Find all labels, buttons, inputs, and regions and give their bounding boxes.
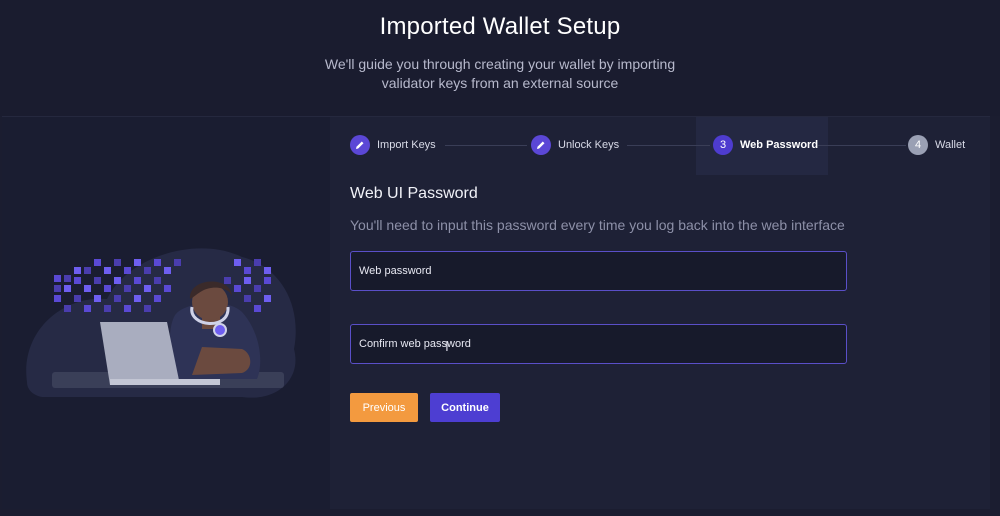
step-wallet[interactable]: 4 Wallet (908, 134, 965, 156)
confirm-web-password-input[interactable] (350, 324, 847, 364)
pencil-icon (350, 135, 370, 155)
step-import-keys[interactable]: Import Keys (350, 134, 436, 156)
setup-panel: Import Keys Unlock Keys 3 Web Password 4… (2, 116, 990, 509)
stepper-connector (627, 145, 710, 146)
form-pane: Import Keys Unlock Keys 3 Web Password 4… (330, 117, 990, 509)
step-number: 4 (908, 135, 928, 155)
developer-illustration (26, 248, 296, 398)
step-unlock-keys[interactable]: Unlock Keys (531, 134, 619, 156)
step-label: Web Password (740, 139, 819, 151)
illustration-pane (2, 117, 330, 509)
step-number: 3 (713, 135, 733, 155)
stepper-connector (445, 145, 527, 146)
form-description: You'll need to input this password every… (350, 217, 845, 233)
step-label: Wallet (935, 139, 966, 151)
step-web-password[interactable]: 3 Web Password (713, 134, 818, 156)
step-label: Import Keys (377, 139, 436, 151)
continue-button[interactable]: Continue (430, 393, 500, 422)
web-password-input[interactable] (350, 251, 847, 291)
previous-button[interactable]: Previous (350, 393, 418, 422)
text-cursor-icon: I (445, 340, 449, 355)
step-label: Unlock Keys (558, 139, 620, 151)
page-title: Imported Wallet Setup (379, 13, 621, 40)
page-subtitle: We'll guide you through creating your wa… (324, 56, 676, 91)
form-title: Web UI Password (350, 185, 478, 202)
pencil-icon (531, 135, 551, 155)
page-header: Imported Wallet Setup We'll guide you th… (0, 0, 1000, 116)
stepper-connector (818, 145, 906, 146)
